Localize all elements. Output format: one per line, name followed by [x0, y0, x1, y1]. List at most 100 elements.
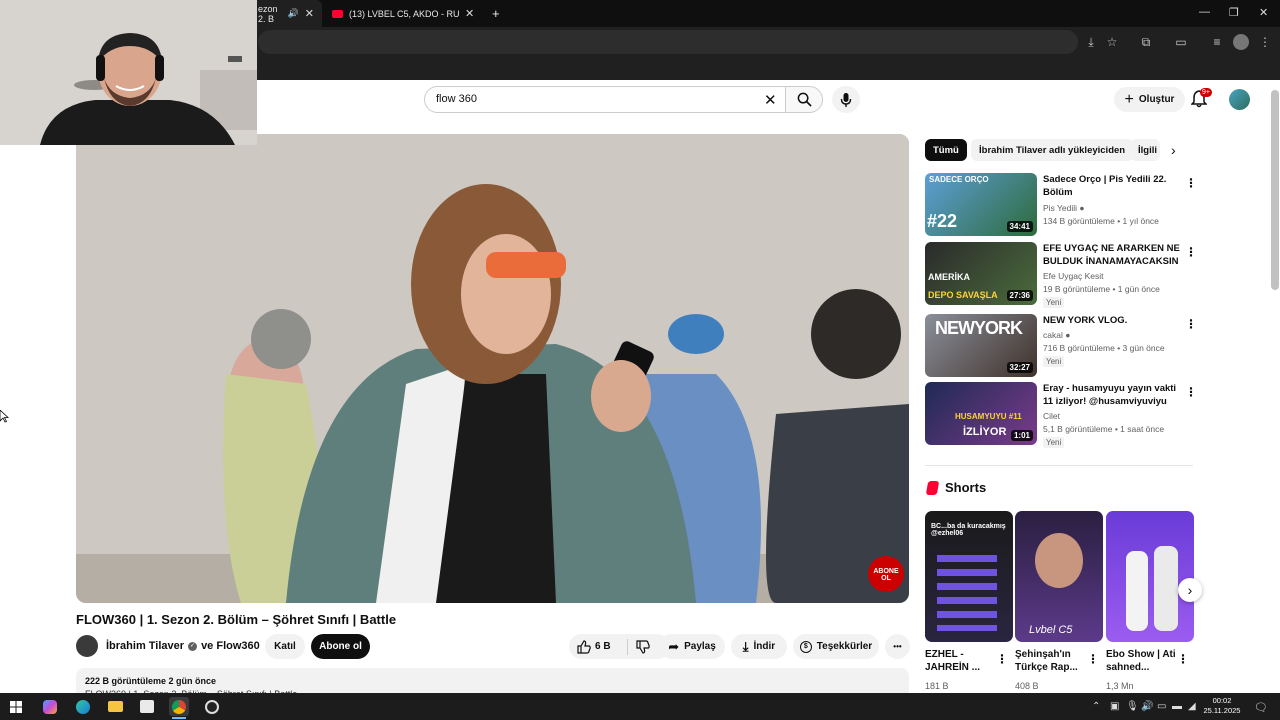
thanks-button[interactable]: $ Teşekkürler [793, 634, 879, 659]
notifications-icon[interactable]: 🗨 [1254, 701, 1268, 714]
tray-app-icon[interactable]: ▣ [1110, 701, 1119, 712]
search-button[interactable] [785, 86, 823, 113]
video-title[interactable]: EFE UYGAÇ NE ARARKEN NE BULDUK İNANAMAYA… [1043, 243, 1181, 269]
video-thumbnail[interactable]: AMERİKA DEPO SAVAŞLA 27:36 [925, 242, 1037, 305]
video-thumbnail[interactable]: SADECE ORÇO #22 34:41 [925, 173, 1037, 236]
chip-related[interactable]: İlgili [1130, 139, 1160, 161]
verified-icon: ✓ [188, 641, 198, 651]
cast-icon[interactable]: ▭ [1173, 34, 1189, 50]
download-icon: ⤓ [742, 638, 749, 654]
create-button[interactable]: + Oluştur [1114, 87, 1185, 112]
like-button[interactable]: 6 B [577, 639, 627, 654]
list-item[interactable]: AMERİKA DEPO SAVAŞLA 27:36 EFE UYGAÇ NE … [925, 242, 1197, 308]
start-button[interactable] [6, 697, 26, 716]
list-item[interactable]: HUSAMYUYU #11 İZLİYOR 1:01 Eray - husamy… [925, 382, 1197, 448]
more-options-icon[interactable]: ⋮ [1185, 246, 1197, 258]
new-tab-button[interactable]: + [484, 0, 508, 27]
copilot-taskbar-icon[interactable] [40, 697, 60, 716]
shorts-next-button[interactable]: › [1178, 578, 1202, 602]
channel-name[interactable]: Efe Uygaç Kesit [1043, 271, 1103, 281]
chrome-menu-icon[interactable]: ⋮ [1257, 34, 1273, 50]
list-item[interactable]: NEWYORK 32:27 NEW YORK VLOG. cakal ● 716… [925, 314, 1197, 378]
taskbar-clock[interactable]: 00:02 25.11.2025 [1200, 696, 1244, 716]
browser-tab-1[interactable]: ezon 2. B 🔊 ✕ [250, 0, 322, 27]
more-options-icon[interactable]: ⋮ [1185, 318, 1197, 330]
more-options-icon[interactable]: ⋮ [996, 652, 1008, 666]
tray-network-icon[interactable]: ◢ [1188, 701, 1196, 712]
video-title[interactable]: Sadece Orço | Pis Yedili 22. Bölüm [1043, 174, 1181, 199]
more-options-icon[interactable]: ⋮ [1177, 652, 1189, 666]
short-thumbnail[interactable]: BC...ba da kuracakmış @ezhel06 [925, 511, 1013, 642]
subscribe-button[interactable]: Abone ol [311, 634, 370, 659]
tray-battery-icon[interactable]: ▬ [1172, 701, 1182, 712]
notifications-button[interactable]: 9+ [1190, 88, 1212, 110]
download-button[interactable]: ⤓ İndir [731, 634, 787, 659]
obs-taskbar-icon[interactable] [202, 697, 222, 716]
more-actions-button[interactable]: ••• [885, 634, 910, 659]
dislike-button[interactable] [636, 639, 650, 654]
tray-volume-icon[interactable]: 🔊 [1141, 701, 1153, 712]
windows-taskbar: ⌃ ▣ 🎙 🔊 ▭ ▬ ◢ 00:02 25.11.2025 🗨 [0, 693, 1280, 720]
share-button[interactable]: ➦ Paylaş [659, 634, 725, 659]
subscribe-watermark[interactable]: ABONE OL [871, 568, 901, 582]
new-badge: Yeni [1043, 356, 1065, 367]
store-taskbar-icon[interactable] [137, 697, 157, 716]
restore-button[interactable]: ❐ [1229, 6, 1239, 19]
bookmark-star-icon[interactable]: ☆ [1104, 34, 1120, 50]
media-icon[interactable]: ≡ [1209, 34, 1225, 50]
tray-display-icon[interactable]: ▭ [1157, 701, 1166, 712]
list-item[interactable]: SADECE ORÇO #22 34:41 Sadece Orço | Pis … [925, 173, 1197, 237]
short-thumbnail[interactable] [1106, 511, 1194, 642]
chip-next-chevron-icon[interactable]: › [1171, 142, 1176, 158]
video-thumbnail[interactable]: HUSAMYUYU #11 İZLİYOR 1:01 [925, 382, 1037, 445]
channel-name[interactable]: Pis Yedili ● [1043, 203, 1085, 213]
close-tab-icon[interactable]: ✕ [305, 7, 314, 20]
tray-mic-icon[interactable]: 🎙 [1126, 701, 1139, 712]
tray-chevron-icon[interactable]: ⌃ [1092, 701, 1100, 712]
close-window-button[interactable]: ✕ [1259, 6, 1268, 19]
short-thumbnail[interactable]: Lvbel C5 [1015, 511, 1103, 642]
verified-icon: ● [1079, 203, 1085, 213]
join-button[interactable]: Katıl [265, 634, 305, 659]
address-bar[interactable] [258, 30, 1078, 54]
profile-avatar[interactable] [1233, 34, 1249, 50]
chip-all[interactable]: Tümü [925, 139, 967, 161]
channel-name[interactable]: Cilet [1043, 411, 1060, 421]
chrome-taskbar-icon[interactable] [169, 697, 189, 716]
avatar[interactable] [1229, 89, 1250, 110]
channel-avatar[interactable] [76, 635, 98, 657]
short-title[interactable]: Ebo Show | Ati sahned... [1106, 648, 1178, 674]
close-tab-icon[interactable]: ✕ [465, 7, 474, 20]
thumbs-up-icon [577, 639, 591, 654]
video-title[interactable]: Eray - husamyuyu yayın vakti 11 izliyor!… [1043, 383, 1181, 408]
clear-search-icon[interactable]: ✕ [764, 91, 777, 109]
extensions-icon[interactable]: ⧉ [1138, 34, 1154, 50]
channel-name[interactable]: cakal ● [1043, 330, 1070, 340]
channel-name[interactable]: İbrahim Tilaver ✓ ve Flow360 [106, 640, 260, 652]
page-scrollbar[interactable] [1271, 90, 1279, 290]
more-options-icon[interactable]: ⋮ [1087, 652, 1099, 666]
voice-search-button[interactable] [832, 86, 860, 113]
minimize-button[interactable]: — [1199, 6, 1210, 18]
edge-taskbar-icon[interactable] [73, 697, 93, 716]
search-input[interactable]: flow 360 [424, 86, 786, 113]
video-thumbnail[interactable]: NEWYORK 32:27 [925, 314, 1037, 377]
new-badge: Yeni [1043, 297, 1065, 308]
share-icon: ➦ [668, 638, 680, 654]
install-icon[interactable]: ⤓ [1083, 34, 1099, 50]
video-meta: 716 B görüntüleme • 3 gün önce [1043, 343, 1165, 353]
video-meta: 5,1 B görüntüleme • 1 saat önce [1043, 424, 1165, 434]
video-player[interactable]: ABONE OL [76, 134, 909, 603]
short-title[interactable]: Şehinşah'ın Türkçe Rap... [1015, 648, 1087, 674]
speaker-icon[interactable]: 🔊 [288, 8, 299, 19]
short-title[interactable]: EZHEL - JAHREİN ... [925, 648, 997, 674]
thumbnail-text: SADECE ORÇO [929, 175, 989, 184]
verified-icon: ● [1065, 330, 1071, 340]
browser-tab-2[interactable]: (13) LVBEL C5, AKDO - RUM RU ✕ [324, 0, 484, 27]
short-figure-graphic [1126, 551, 1148, 631]
file-explorer-taskbar-icon[interactable] [105, 697, 125, 716]
video-title[interactable]: NEW YORK VLOG. [1043, 315, 1181, 328]
more-options-icon[interactable]: ⋮ [1185, 386, 1197, 398]
more-options-icon[interactable]: ⋮ [1185, 177, 1197, 189]
chip-uploader[interactable]: İbrahim Tilaver adlı yükleyiciden [971, 139, 1134, 161]
